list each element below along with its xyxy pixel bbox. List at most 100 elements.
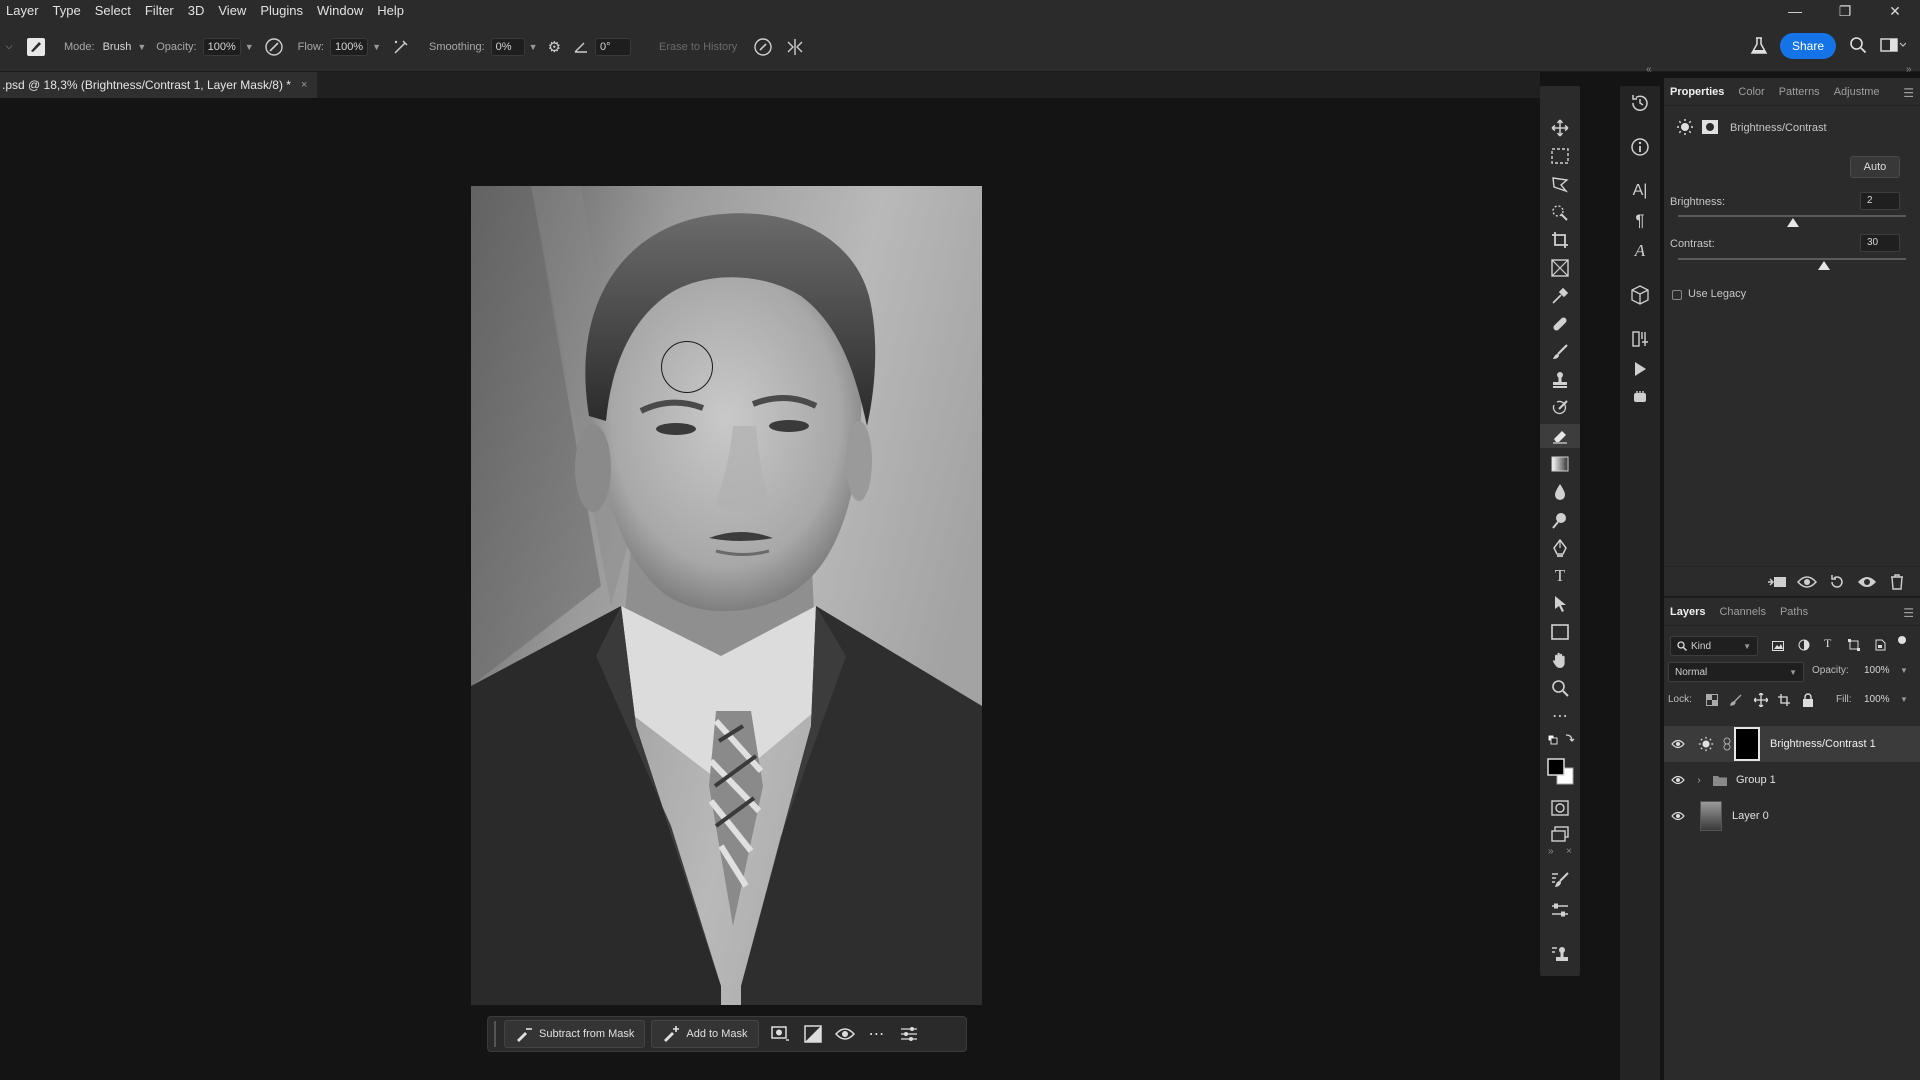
- menu-type[interactable]: Type: [47, 0, 89, 22]
- reset-icon[interactable]: [1822, 574, 1852, 590]
- path-selection-icon[interactable]: [1540, 592, 1580, 616]
- more-tools-icon[interactable]: ⋯: [1540, 704, 1580, 728]
- lock-transparent-icon[interactable]: [1706, 694, 1718, 709]
- clip-to-layer-icon[interactable]: [1762, 575, 1792, 589]
- chevron-down-icon[interactable]: ▼: [372, 42, 381, 52]
- share-button[interactable]: Share: [1780, 33, 1836, 59]
- view-previous-state-icon[interactable]: [1792, 575, 1822, 589]
- filter-adjustment-icon[interactable]: [1798, 639, 1810, 654]
- glyphs-icon[interactable]: A: [1620, 236, 1660, 266]
- more-options-icon[interactable]: ⋯: [861, 1020, 893, 1048]
- menu-view[interactable]: View: [212, 0, 254, 22]
- collapse-secondary-tools-icon[interactable]: »: [1548, 846, 1554, 857]
- menu-plugins[interactable]: Plugins: [254, 0, 311, 22]
- pen-tool-icon[interactable]: [1540, 536, 1580, 560]
- restore-icon[interactable]: ❐: [1820, 0, 1870, 22]
- flask-icon[interactable]: [1750, 36, 1768, 56]
- contrast-slider-track[interactable]: [1678, 258, 1906, 260]
- actions-play-icon[interactable]: [1620, 354, 1660, 384]
- erase-to-history-toggle[interactable]: Erase to History: [659, 41, 737, 53]
- default-colors-icon[interactable]: [1540, 728, 1580, 752]
- flow-input[interactable]: 100%: [329, 37, 369, 56]
- chevron-down-icon[interactable]: ▼: [529, 42, 538, 52]
- angle-input[interactable]: 0°: [595, 37, 632, 56]
- lock-pixels-icon[interactable]: [1730, 694, 1742, 709]
- settings-sliders-icon[interactable]: [893, 1020, 925, 1048]
- filter-pixel-icon[interactable]: [1772, 640, 1784, 654]
- contrast-slider-thumb[interactable]: [1817, 261, 1830, 270]
- tool-preset-chevron-icon[interactable]: ⌵: [2, 41, 16, 52]
- opacity-input[interactable]: 100%: [202, 37, 241, 56]
- quick-mask-icon[interactable]: [1540, 796, 1580, 820]
- brightness-slider-track[interactable]: [1678, 215, 1906, 217]
- screen-mode-icon[interactable]: [1540, 822, 1580, 846]
- layer-name[interactable]: Layer 0: [1732, 810, 1769, 822]
- tab-channels[interactable]: Channels: [1719, 606, 1765, 618]
- brightness-slider-thumb[interactable]: [1787, 218, 1800, 227]
- rectangular-marquee-icon[interactable]: [1540, 144, 1580, 168]
- layer-row[interactable]: Layer 0: [1664, 798, 1920, 834]
- chevron-right-icon[interactable]: ›: [1692, 775, 1706, 786]
- subtract-from-mask-button[interactable]: Subtract from Mask: [504, 1020, 646, 1048]
- menu-3d[interactable]: 3D: [182, 0, 213, 22]
- move-tool-icon[interactable]: [1540, 116, 1580, 140]
- toggle-visibility-icon[interactable]: [1852, 575, 1882, 589]
- properties-menu-icon[interactable]: ☰: [1903, 86, 1914, 100]
- chevron-down-icon[interactable]: ▼: [1900, 666, 1908, 675]
- close-secondary-tools-icon[interactable]: ×: [1566, 846, 1572, 857]
- collapse-panels-icon[interactable]: »: [1906, 64, 1912, 75]
- pressure-opacity-icon[interactable]: [264, 37, 284, 57]
- pressure-size-icon[interactable]: [753, 37, 773, 57]
- document-tab[interactable]: .psd @ 18,3% (Brightness/Contrast 1, Lay…: [0, 72, 318, 98]
- mask-options-icon[interactable]: [765, 1020, 797, 1048]
- filter-smart-object-icon[interactable]: [1874, 639, 1886, 654]
- lasso-tool-icon[interactable]: [1540, 172, 1580, 196]
- info-icon[interactable]: [1620, 132, 1660, 162]
- collapse-iconstrip-icon[interactable]: «: [1646, 64, 1652, 75]
- visibility-eye-icon[interactable]: [829, 1020, 861, 1048]
- 3d-cube-icon[interactable]: [1620, 280, 1660, 310]
- tab-paths[interactable]: Paths: [1780, 606, 1808, 618]
- add-to-mask-button[interactable]: Add to Mask: [651, 1020, 759, 1048]
- menu-window[interactable]: Window: [311, 0, 371, 22]
- layer-filter-select[interactable]: Kind ▼: [1670, 636, 1758, 656]
- brush-settings-icon[interactable]: [1540, 868, 1580, 892]
- gradient-tool-icon[interactable]: [1540, 452, 1580, 476]
- mode-select[interactable]: Brush ▼: [101, 41, 147, 53]
- contrast-input[interactable]: 30: [1860, 234, 1900, 252]
- tab-color[interactable]: Color: [1738, 86, 1764, 98]
- history-brush-icon[interactable]: [1540, 396, 1580, 420]
- eyedropper-icon[interactable]: [1540, 284, 1580, 308]
- object-selection-icon[interactable]: [1540, 200, 1580, 224]
- adjustments-icon[interactable]: [1540, 898, 1580, 922]
- eraser-preset-icon[interactable]: [26, 37, 46, 57]
- use-legacy-checkbox[interactable]: [1672, 290, 1682, 300]
- layer-thumbnail[interactable]: [1700, 801, 1722, 831]
- layer-row[interactable]: Brightness/Contrast 1: [1664, 726, 1920, 762]
- paragraph-icon[interactable]: ¶: [1620, 206, 1660, 236]
- menu-select[interactable]: Select: [89, 0, 139, 22]
- zoom-tool-icon[interactable]: [1540, 676, 1580, 700]
- lock-artboard-icon[interactable]: [1778, 694, 1790, 709]
- crop-tool-icon[interactable]: [1540, 228, 1580, 252]
- tab-layers[interactable]: Layers: [1670, 606, 1705, 618]
- menu-help[interactable]: Help: [371, 0, 412, 22]
- layer-opacity-input[interactable]: 100%: [1864, 665, 1890, 676]
- history-icon[interactable]: [1620, 88, 1660, 118]
- brush-tool-icon[interactable]: [1540, 340, 1580, 364]
- search-icon[interactable]: [1849, 36, 1867, 54]
- filter-shape-icon[interactable]: [1848, 639, 1860, 654]
- close-icon[interactable]: ✕: [1870, 0, 1920, 22]
- layers-menu-icon[interactable]: ☰: [1903, 606, 1914, 620]
- minimize-icon[interactable]: —: [1770, 0, 1820, 22]
- clone-source-icon[interactable]: [1540, 942, 1580, 966]
- filter-type-icon[interactable]: T: [1824, 636, 1831, 651]
- layer-name[interactable]: Group 1: [1736, 774, 1776, 786]
- blend-mode-select[interactable]: Normal ▼: [1668, 662, 1804, 682]
- blur-tool-icon[interactable]: [1540, 480, 1580, 504]
- visibility-eye-icon[interactable]: [1664, 811, 1692, 821]
- eraser-tool-icon[interactable]: [1540, 424, 1580, 448]
- workspace-icon[interactable]: [1880, 37, 1906, 53]
- visibility-eye-icon[interactable]: [1664, 775, 1692, 785]
- menu-layer[interactable]: Layer: [0, 0, 47, 22]
